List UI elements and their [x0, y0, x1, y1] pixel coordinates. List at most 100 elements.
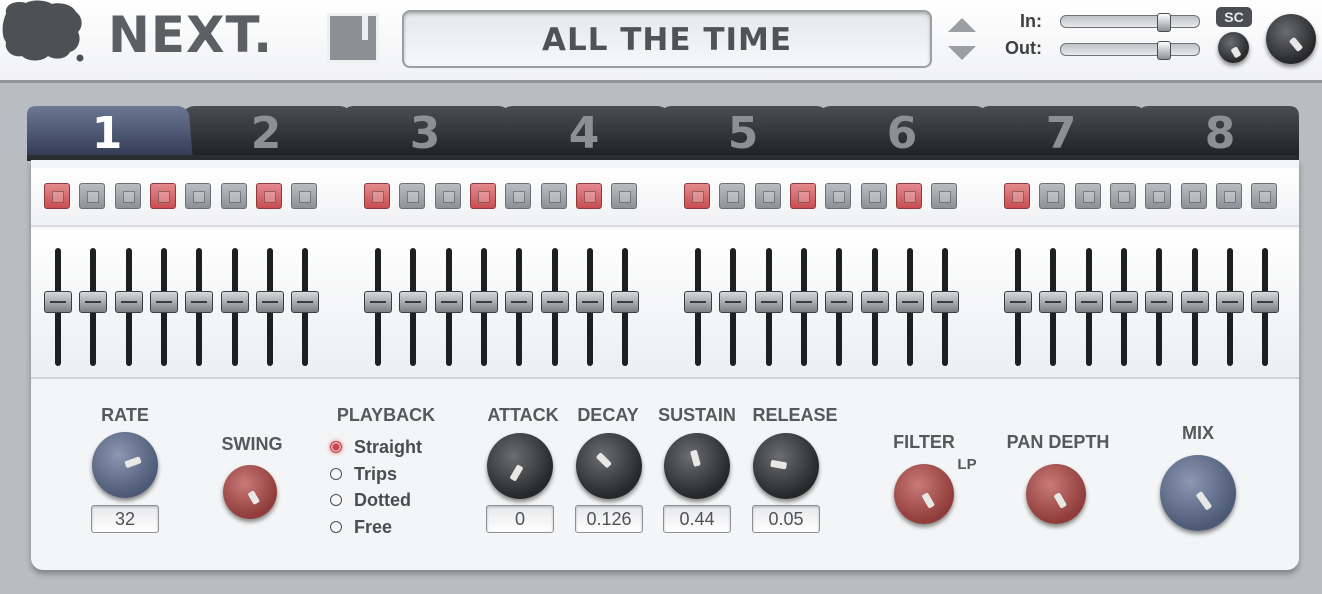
step-fader-16[interactable] [610, 248, 640, 366]
fader-handle[interactable] [755, 291, 783, 313]
fader-handle[interactable] [1251, 291, 1279, 313]
fader-handle[interactable] [1145, 291, 1173, 313]
sustain-value[interactable]: 0.44 [663, 505, 731, 533]
step-button-29[interactable] [1145, 183, 1171, 209]
step-fader-2[interactable] [78, 248, 108, 366]
step-button-18[interactable] [719, 183, 745, 209]
step-fader-22[interactable] [860, 248, 890, 366]
fader-handle[interactable] [611, 291, 639, 313]
step-fader-27[interactable] [1074, 248, 1104, 366]
fader-handle[interactable] [684, 291, 712, 313]
rate-value[interactable]: 32 [91, 505, 159, 533]
step-fader-25[interactable] [1003, 248, 1033, 366]
fader-handle[interactable] [719, 291, 747, 313]
step-fader-5[interactable] [184, 248, 214, 366]
preset-name-display[interactable]: ALL THE TIME [402, 10, 932, 68]
step-button-23[interactable] [896, 183, 922, 209]
step-button-13[interactable] [505, 183, 531, 209]
step-button-5[interactable] [185, 183, 211, 209]
step-fader-10[interactable] [398, 248, 428, 366]
sustain-knob[interactable] [664, 433, 730, 499]
playback-option-trips[interactable]: Trips [330, 464, 440, 486]
fader-handle[interactable] [1004, 291, 1032, 313]
fader-handle[interactable] [896, 291, 924, 313]
playback-radio-straight[interactable] [330, 441, 342, 453]
filter-knob[interactable] [894, 464, 954, 524]
step-button-32[interactable] [1251, 183, 1277, 209]
playback-option-straight[interactable]: Straight [330, 437, 440, 459]
master-knob[interactable] [1266, 14, 1316, 64]
playback-radio-trips[interactable] [330, 468, 342, 480]
tab-4[interactable]: 4 [504, 106, 664, 160]
step-button-14[interactable] [541, 183, 567, 209]
fader-handle[interactable] [185, 291, 213, 313]
step-fader-12[interactable] [469, 248, 499, 366]
playback-option-dotted[interactable]: Dotted [330, 490, 440, 512]
sidechain-badge[interactable]: SC [1216, 7, 1252, 27]
fader-handle[interactable] [1181, 291, 1209, 313]
step-fader-20[interactable] [789, 248, 819, 366]
step-button-6[interactable] [221, 183, 247, 209]
step-fader-32[interactable] [1250, 248, 1280, 366]
playback-radio-free[interactable] [330, 521, 342, 533]
step-fader-8[interactable] [290, 248, 320, 366]
fader-handle[interactable] [1039, 291, 1067, 313]
step-button-27[interactable] [1075, 183, 1101, 209]
output-level-slider[interactable] [1060, 41, 1200, 60]
step-button-22[interactable] [861, 183, 887, 209]
step-button-15[interactable] [576, 183, 602, 209]
step-fader-28[interactable] [1109, 248, 1139, 366]
fader-handle[interactable] [364, 291, 392, 313]
step-button-24[interactable] [931, 183, 957, 209]
step-fader-9[interactable] [363, 248, 393, 366]
fader-handle[interactable] [1216, 291, 1244, 313]
step-fader-29[interactable] [1144, 248, 1174, 366]
preset-nav-arrows[interactable] [944, 14, 980, 64]
step-fader-3[interactable] [114, 248, 144, 366]
step-fader-17[interactable] [683, 248, 713, 366]
release-knob[interactable] [753, 433, 819, 499]
attack-knob[interactable] [487, 433, 553, 499]
fader-handle[interactable] [541, 291, 569, 313]
step-button-26[interactable] [1039, 183, 1065, 209]
fader-handle[interactable] [399, 291, 427, 313]
input-level-slider[interactable] [1060, 13, 1200, 32]
decay-knob[interactable] [576, 433, 642, 499]
step-button-11[interactable] [435, 183, 461, 209]
rate-knob[interactable] [92, 432, 158, 498]
fader-handle[interactable] [505, 291, 533, 313]
step-button-16[interactable] [611, 183, 637, 209]
step-button-25[interactable] [1004, 183, 1030, 209]
sidechain-knob[interactable] [1218, 32, 1249, 63]
step-fader-6[interactable] [220, 248, 250, 366]
tab-6[interactable]: 6 [822, 106, 982, 160]
step-fader-4[interactable] [149, 248, 179, 366]
fader-handle[interactable] [291, 291, 319, 313]
fader-handle[interactable] [221, 291, 249, 313]
step-fader-11[interactable] [434, 248, 464, 366]
step-fader-23[interactable] [895, 248, 925, 366]
pan-depth-knob[interactable] [1026, 464, 1086, 524]
step-button-19[interactable] [755, 183, 781, 209]
step-button-17[interactable] [684, 183, 710, 209]
fader-handle[interactable] [861, 291, 889, 313]
tab-1[interactable]: 1 [27, 106, 187, 160]
fader-handle[interactable] [931, 291, 959, 313]
fader-handle[interactable] [435, 291, 463, 313]
step-fader-13[interactable] [504, 248, 534, 366]
step-fader-18[interactable] [718, 248, 748, 366]
release-value[interactable]: 0.05 [752, 505, 820, 533]
step-button-1[interactable] [44, 183, 70, 209]
tab-2[interactable]: 2 [186, 106, 346, 160]
tab-8[interactable]: 8 [1140, 106, 1300, 160]
step-fader-31[interactable] [1215, 248, 1245, 366]
step-button-9[interactable] [364, 183, 390, 209]
fader-handle[interactable] [44, 291, 72, 313]
output-level-thumb[interactable] [1157, 41, 1171, 60]
tab-3[interactable]: 3 [345, 106, 505, 160]
mix-knob[interactable] [1160, 455, 1236, 531]
fader-handle[interactable] [1075, 291, 1103, 313]
step-fader-15[interactable] [575, 248, 605, 366]
fader-handle[interactable] [790, 291, 818, 313]
save-preset-icon[interactable] [326, 12, 380, 64]
